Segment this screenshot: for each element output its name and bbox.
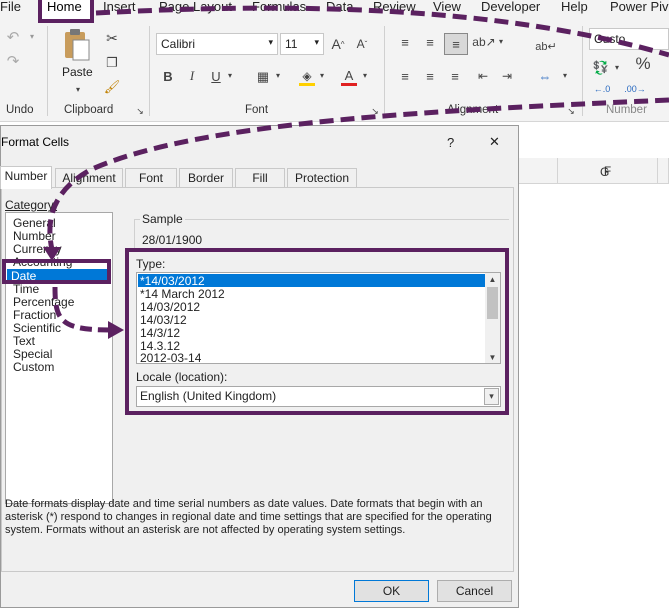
annotation-arrows <box>43 5 669 339</box>
arrow-ribbon-to-date <box>47 97 669 251</box>
tab-number[interactable]: Number <box>0 166 52 189</box>
arrow-date-to-type <box>52 286 111 333</box>
arrow-head-down <box>43 247 61 261</box>
arrow-head-right <box>108 321 124 339</box>
arrow-home-to-ribbon <box>95 5 669 58</box>
